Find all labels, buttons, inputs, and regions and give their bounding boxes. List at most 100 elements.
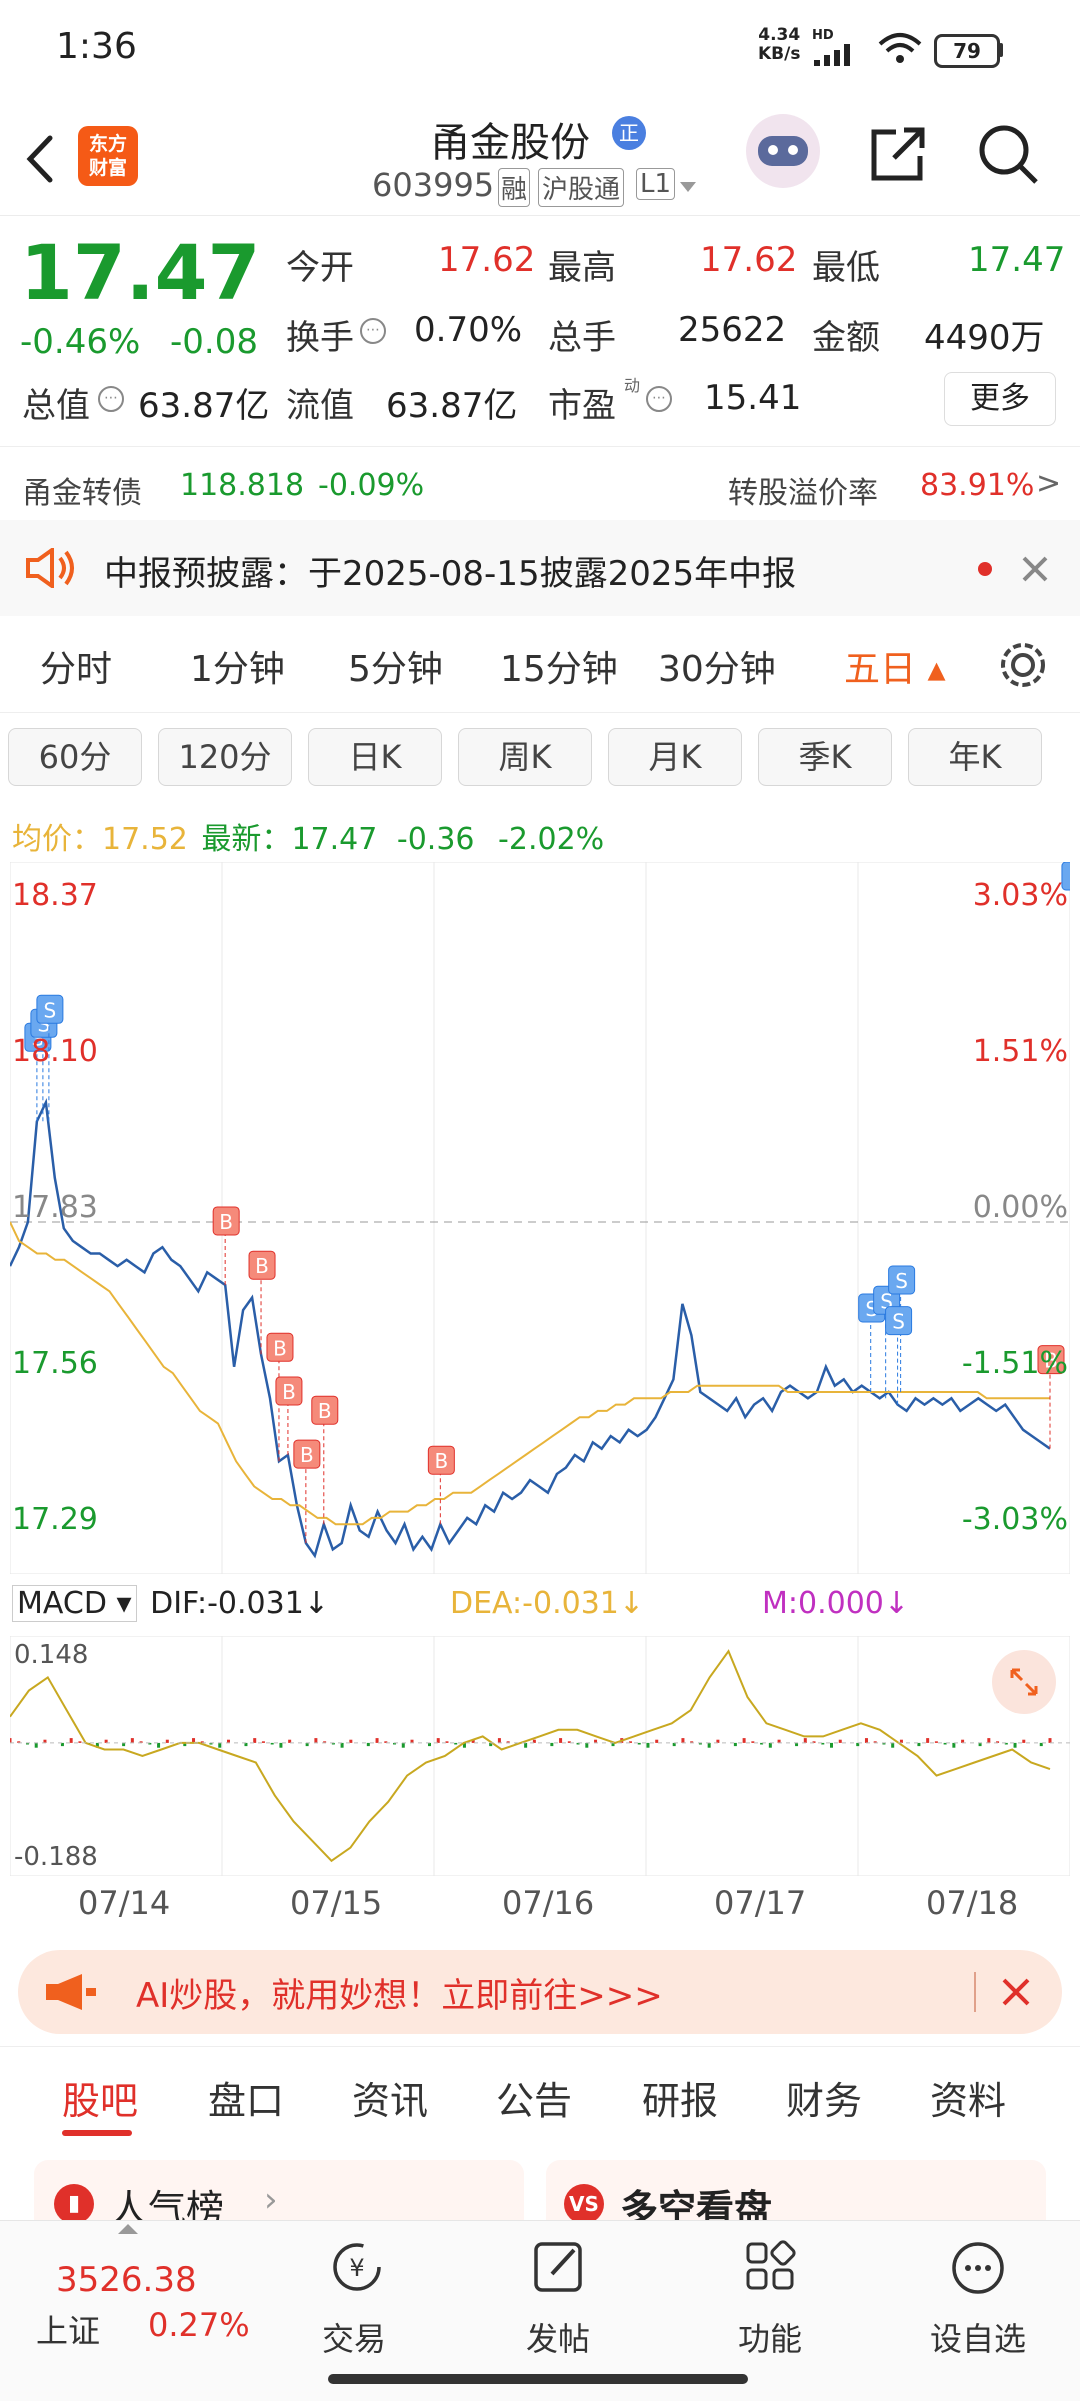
percent-axis-label: 0.00% <box>972 1190 1068 1225</box>
low-label: 最低 <box>812 248 880 288</box>
divider <box>0 2046 1080 2047</box>
settings-gear-icon[interactable] <box>996 638 1050 692</box>
turnover-label: 换手 <box>286 318 354 358</box>
unread-dot <box>978 562 992 576</box>
tab-period-4[interactable]: 30分钟 <box>658 640 776 692</box>
info-icon[interactable]: ⋯ <box>98 386 124 412</box>
content-tab-2[interactable]: 资讯 <box>352 2070 428 2125</box>
info-icon[interactable]: ⋯ <box>360 318 386 344</box>
volume-label: 总手 <box>548 318 616 358</box>
price-axis-label: 18.10 <box>12 1034 98 1069</box>
divider <box>0 712 1080 713</box>
index-change[interactable]: 0.27% <box>148 2306 250 2344</box>
tab-period-1[interactable]: 1分钟 <box>190 640 285 692</box>
tab-kline-2[interactable]: 日K <box>308 728 442 786</box>
date-axis-label: 07/15 <box>290 1884 383 1922</box>
notice-bar[interactable]: 中报预披露：于2025-08-15披露2025年中报 <box>0 520 1080 616</box>
notice-text: 中报预披露：于2025-08-15披露2025年中报 <box>104 554 797 594</box>
close-icon[interactable] <box>1020 554 1050 584</box>
search-icon[interactable] <box>976 122 1040 186</box>
change-amount: -0.08 <box>170 322 258 362</box>
expand-icon[interactable] <box>992 1650 1056 1714</box>
macd-chart[interactable] <box>10 1636 1070 1876</box>
function-nav-item[interactable]: 功能 <box>700 2234 840 2374</box>
tab-kline-3[interactable]: 周K <box>458 728 592 786</box>
change-percent: -0.46% <box>20 322 141 362</box>
percent-axis-label: 1.51% <box>972 1034 1068 1069</box>
tab-period-5[interactable]: 五日 ▴ <box>844 640 946 692</box>
content-tab-5[interactable]: 财务 <box>786 2070 862 2125</box>
tab-kline-6[interactable]: 年K <box>908 728 1042 786</box>
amount-label: 金额 <box>812 318 880 358</box>
content-tab-3[interactable]: 公告 <box>496 2070 572 2125</box>
tab-kline-5[interactable]: 季K <box>758 728 892 786</box>
tab-period-3[interactable]: 15分钟 <box>500 640 618 692</box>
index-name[interactable]: 上证 <box>36 2306 100 2352</box>
share-icon[interactable] <box>866 122 930 186</box>
index-value[interactable]: 3526.38 <box>56 2260 197 2300</box>
tab-kline-1[interactable]: 120分 <box>158 728 292 786</box>
post-nav-item[interactable]: 发帖 <box>488 2234 628 2374</box>
sell-marker-label: S <box>895 1269 908 1293</box>
pe-label: 市盈 <box>548 386 616 426</box>
stock-name: 甬金股份 <box>430 120 590 166</box>
caret-up-icon <box>118 2224 138 2234</box>
macd-info-row: MACD ▾ DIF:-0.031↓ <box>12 1585 329 1622</box>
tag-margin: 融 <box>498 168 531 207</box>
chart-bar-icon: ▮ <box>54 2184 94 2224</box>
macd-m: M:0.000↓ <box>762 1586 910 1621</box>
net-speed: 4.34 KB/s <box>758 25 801 64</box>
close-icon[interactable] <box>1000 1976 1032 2008</box>
add-watchlist-nav-item[interactable]: 设自选 <box>908 2234 1048 2374</box>
open-value: 17.62 <box>438 240 536 280</box>
tab-kline-0[interactable]: 60分 <box>8 728 142 786</box>
tab-kline-4[interactable]: 月K <box>608 728 742 786</box>
ai-banner[interactable]: AI炒股，就用妙想！立即前往>>> <box>18 1950 1062 2034</box>
tag-connect: 沪股通 <box>538 168 625 207</box>
bond-name[interactable]: 甬金转债 <box>22 468 142 512</box>
stock-code: 603995 <box>372 166 495 204</box>
assistant-avatar[interactable] <box>746 114 820 188</box>
content-tab-4[interactable]: 研报 <box>642 2070 718 2125</box>
open-label: 今开 <box>286 248 354 288</box>
turnover-value: 0.70% <box>414 310 523 350</box>
pe-value: 15.41 <box>704 378 802 418</box>
high-label: 最高 <box>548 248 616 288</box>
home-indicator <box>328 2374 748 2384</box>
chart-frame <box>10 862 1070 1574</box>
macd-dif: DIF:-0.031 <box>150 1586 304 1621</box>
more-button[interactable]: 更多 <box>944 372 1056 426</box>
macd-frame <box>10 1636 1070 1876</box>
buy-marker-label: B <box>282 1380 296 1404</box>
tag-level: L1 <box>636 168 676 200</box>
content-tab-0[interactable]: 股吧 <box>62 2070 138 2125</box>
content-tab-1[interactable]: 盘口 <box>208 2070 284 2125</box>
macd-dea: DEA:-0.031↓ <box>450 1586 645 1621</box>
date-axis-label: 07/18 <box>926 1884 1019 1922</box>
trade-nav-item[interactable]: ¥ 交易 <box>284 2234 424 2374</box>
chart-info-row: 均价：17.52 最新：17.47 -0.36 -2.02% <box>12 822 605 857</box>
info-icon[interactable]: ⋯ <box>646 386 672 412</box>
percent-axis-label: -1.51% <box>961 1346 1068 1381</box>
bond-price: 118.818 <box>180 468 305 503</box>
dropdown-icon[interactable] <box>678 180 698 194</box>
yuan-exchange-icon: ¥ <box>333 2243 381 2291</box>
tab-period-2[interactable]: 5分钟 <box>348 640 443 692</box>
app-logo: 东方 财富 <box>78 126 138 186</box>
buy-marker-label: B <box>318 1399 332 1423</box>
price-chart[interactable]: BBBBBBBBSSSSSSSS <box>10 862 1070 1574</box>
macd-selector[interactable]: MACD ▾ <box>12 1585 137 1622</box>
sell-marker-label: S <box>44 998 57 1022</box>
back-chevron-left-icon[interactable] <box>20 134 60 184</box>
status-badge: 正 <box>612 116 646 150</box>
volume-value: 25622 <box>678 310 787 350</box>
buy-marker-label: B <box>300 1443 314 1467</box>
status-bar: 1:36 4.34 KB/s HD 79 <box>0 0 1080 100</box>
chevron-right-icon[interactable]: > <box>1036 466 1061 501</box>
battery-tip <box>999 43 1003 57</box>
premium-label[interactable]: 转股溢价率 <box>728 468 878 512</box>
tab-period-0[interactable]: 分时 <box>40 640 112 692</box>
content-tab-6[interactable]: 资料 <box>930 2070 1006 2125</box>
edit-pencil-icon <box>534 2242 582 2292</box>
high-value: 17.62 <box>700 240 798 280</box>
